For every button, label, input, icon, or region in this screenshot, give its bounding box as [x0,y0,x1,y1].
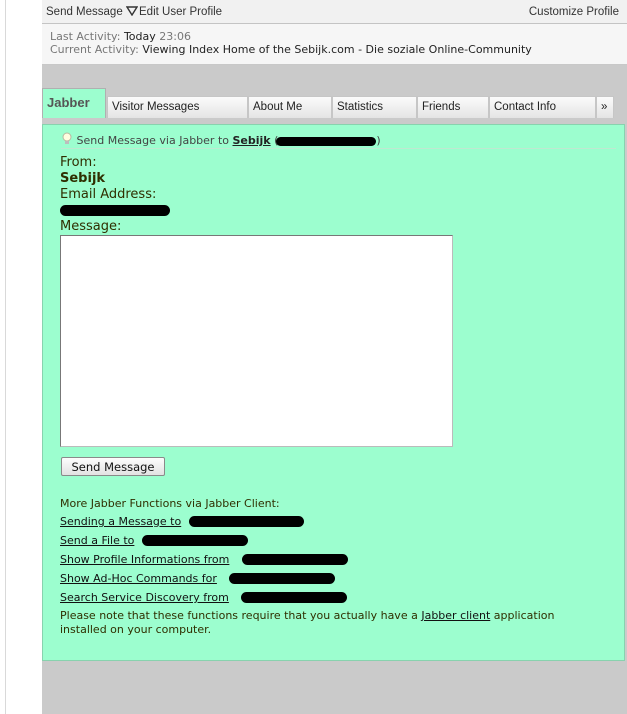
tab-visitor-messages[interactable]: Visitor Messages [107,96,248,118]
tab-more[interactable]: » [596,96,614,118]
chevron-down-icon [125,6,138,16]
customize-profile-link[interactable]: Customize Profile [529,6,619,18]
last-activity-day: Today [123,30,156,43]
current-activity: Current Activity: Viewing Index Home of … [50,43,532,56]
function-link-ad-hoc[interactable]: Show Ad-Hoc Commands for [60,572,217,585]
function-link-show-profile[interactable]: Show Profile Informations from [60,553,229,566]
tab-jabber[interactable]: Jabber [42,88,106,118]
function-link-send-file[interactable]: Send a File to [60,534,134,547]
hint-prefix: Send Message via Jabber to [76,134,230,147]
send-message-label: Send Message [46,6,123,18]
redaction-jabber-id [276,136,377,146]
jabber-client-link[interactable]: Jabber client [421,609,490,622]
activity-box: Last Activity: Today 23:06 Current Activ… [42,24,627,65]
jabber-hint: Send Message via Jabber to Sebijk () [61,132,616,149]
jabber-panel: Send Message via Jabber to Sebijk () Fro… [42,124,625,661]
function-link-send-message[interactable]: Sending a Message to [60,515,181,528]
tab-friends[interactable]: Friends [417,96,489,118]
jabber-client-note: Please note that these functions require… [60,609,600,637]
redaction-function-1 [189,516,304,527]
note-before: Please note that these functions require… [60,609,418,622]
redaction-function-5 [241,592,347,603]
redaction-function-2 [142,535,248,546]
send-message-button[interactable]: Send Message [61,457,165,476]
tab-about-me[interactable]: About Me [248,96,332,118]
tab-contact-info[interactable]: Contact Info [489,96,596,118]
tab-statistics[interactable]: Statistics [332,96,417,118]
redaction-email [60,205,170,216]
function-link-service-discovery[interactable]: Search Service Discovery from [60,591,229,604]
message-label: Message: [60,219,122,234]
profile-tabs: Jabber Visitor Messages About Me Statist… [42,88,627,118]
hint-close-paren: ) [376,134,381,147]
profile-toolbar: Send Message Edit User Profile Customize… [42,0,627,24]
page-left-border [5,0,6,714]
more-functions-label: More Jabber Functions via Jabber Client: [60,497,280,510]
edit-profile-link[interactable]: Edit User Profile [139,6,222,18]
last-activity-time: 23:06 [159,30,191,43]
message-textarea[interactable] [60,235,453,447]
lightbulb-icon [62,132,72,144]
from-value: Sebijk [60,171,106,186]
current-activity-label: Current Activity: [50,43,139,56]
current-activity-value: Viewing Index Home of the Sebijk.com - D… [142,43,532,56]
redaction-function-4 [229,573,335,584]
profile-container: Send Message Edit User Profile Customize… [42,0,627,714]
send-message-menu[interactable]: Send Message [46,6,138,18]
last-activity-label: Last Activity: [50,30,121,43]
last-activity: Last Activity: Today 23:06 [50,30,191,43]
from-label: From: [60,155,97,170]
email-label: Email Address: [60,187,157,202]
hint-username-link[interactable]: Sebijk [233,134,271,147]
redaction-function-3 [242,554,348,565]
